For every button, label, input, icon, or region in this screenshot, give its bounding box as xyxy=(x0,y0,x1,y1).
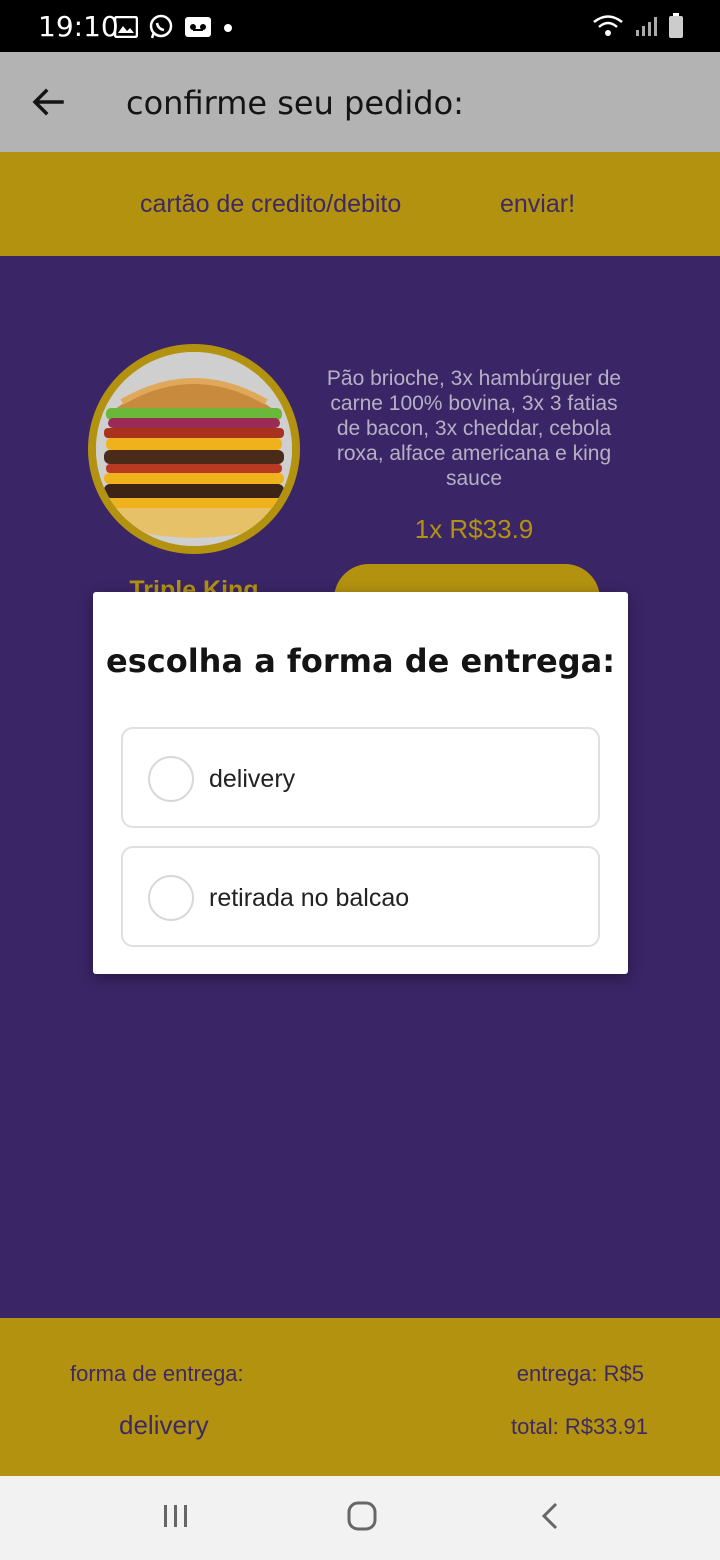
product-description: Pão brioche, 3x hambúrguer de carne 100%… xyxy=(326,367,622,490)
home-button[interactable] xyxy=(334,1494,390,1542)
order-total: total: R$33.91 xyxy=(511,1414,648,1439)
recents-button[interactable] xyxy=(148,1494,204,1542)
status-time: 19:10 xyxy=(38,10,119,43)
delivery-method-value: delivery xyxy=(119,1410,209,1440)
home-icon xyxy=(346,1500,378,1537)
dialog-title: escolha a forma de entrega: xyxy=(106,642,615,680)
battery-icon xyxy=(668,13,684,44)
delivery-option[interactable]: delivery xyxy=(121,727,600,828)
delivery-method-label: forma de entrega: xyxy=(70,1361,244,1386)
whatsapp-icon xyxy=(148,14,174,45)
product-image-frame xyxy=(88,344,300,554)
voicemail-icon xyxy=(184,16,212,43)
page-title: confirme seu pedido: xyxy=(126,84,464,122)
pickup-option[interactable]: retirada no balcao xyxy=(121,846,600,947)
status-system-icons xyxy=(592,13,684,44)
pay-card-button[interactable]: cartão de credito/debito xyxy=(140,190,401,219)
status-bar: 19:10 xyxy=(0,0,720,52)
status-notification-icons xyxy=(113,14,234,45)
delivery-method-dialog: escolha a forma de entrega: delivery ret… xyxy=(93,592,628,974)
arrow-left-icon xyxy=(32,88,64,121)
action-bar: cartão de credito/debito enviar! xyxy=(0,152,720,256)
back-button[interactable] xyxy=(22,78,74,130)
send-order-button[interactable]: enviar! xyxy=(500,190,575,219)
delivery-option-label: delivery xyxy=(209,765,296,793)
delivery-radio[interactable] xyxy=(148,756,194,802)
recents-icon xyxy=(161,1503,191,1534)
system-nav-bar xyxy=(0,1476,720,1560)
gallery-icon xyxy=(113,15,139,43)
product-price: 1x R$33.9 xyxy=(414,514,534,544)
delivery-fee: entrega: R$5 xyxy=(516,1361,644,1386)
wifi-icon xyxy=(592,14,624,43)
nav-back-button[interactable] xyxy=(522,1494,578,1542)
pickup-option-label: retirada no balcao xyxy=(209,884,410,912)
order-summary-footer: forma de entrega: delivery entrega: R$5 … xyxy=(0,1318,720,1476)
pickup-radio[interactable] xyxy=(148,875,194,921)
back-icon xyxy=(539,1501,561,1536)
dot-icon xyxy=(222,21,234,39)
app-bar: confirme seu pedido: xyxy=(0,52,720,152)
product-image xyxy=(96,352,292,546)
signal-icon xyxy=(634,14,658,43)
